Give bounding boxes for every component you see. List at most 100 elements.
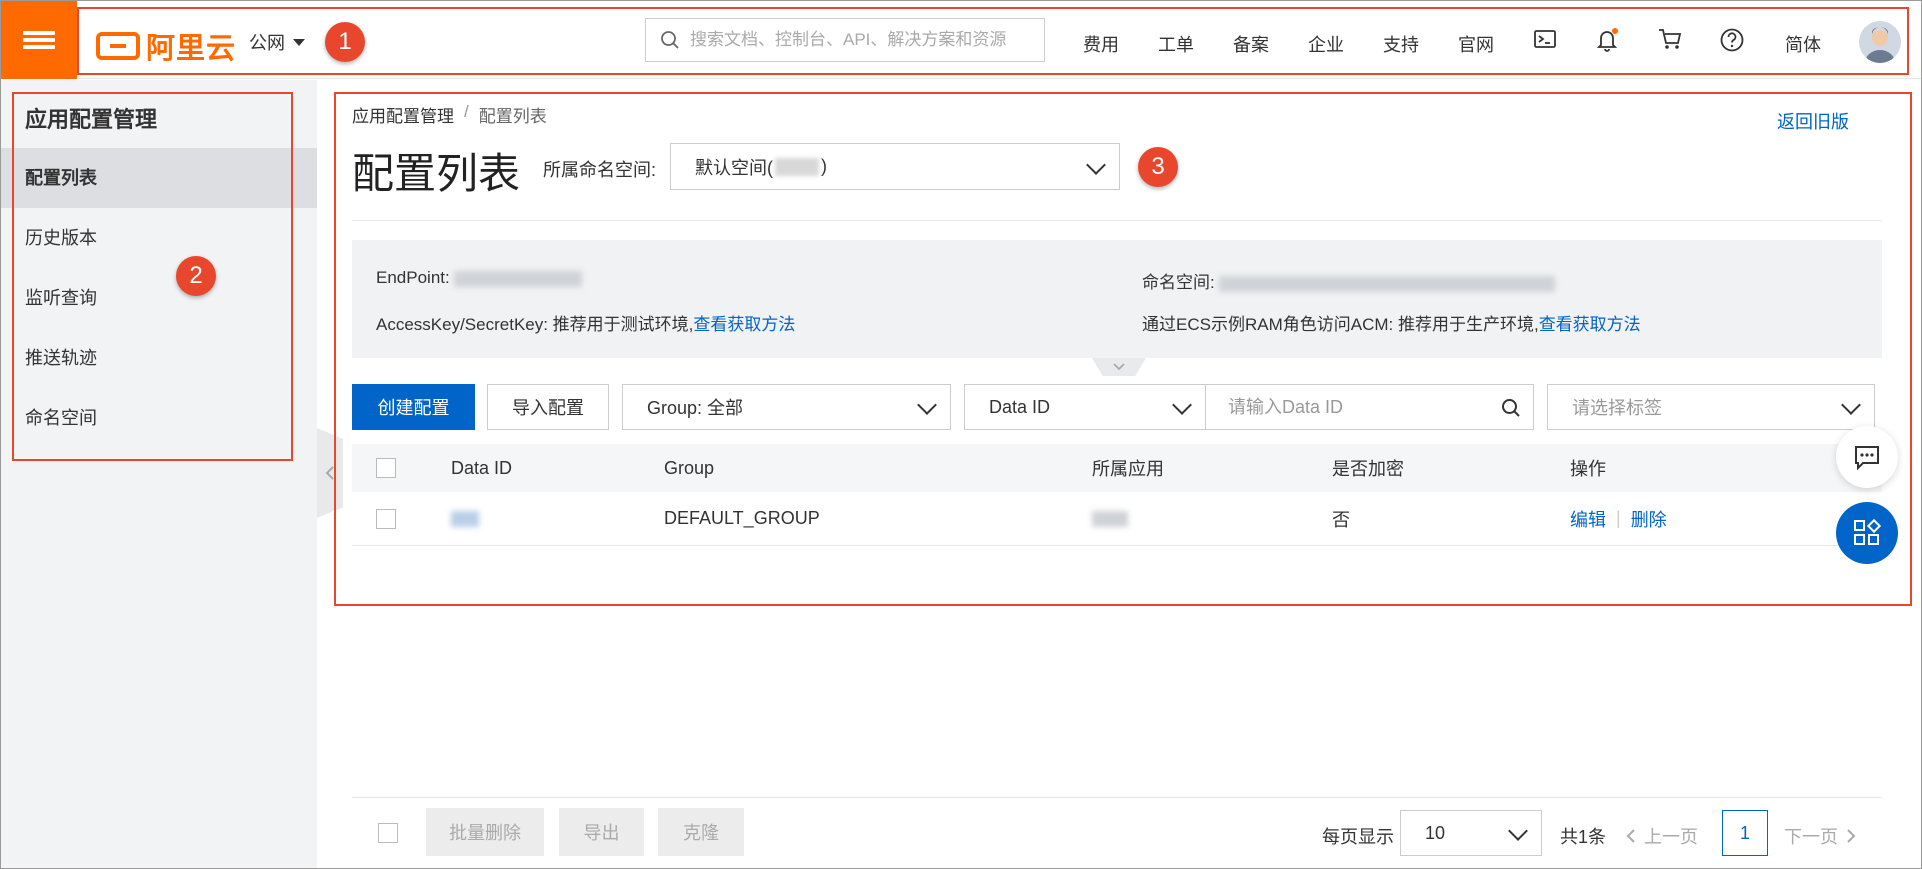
language-switch[interactable]: 简体 xyxy=(1785,31,1821,57)
namespace-id-row: 命名空间: xyxy=(1142,268,1556,293)
row-encrypted: 否 xyxy=(1332,509,1350,530)
column-header-group: Group xyxy=(664,457,715,478)
chevron-left-icon xyxy=(1626,829,1635,843)
footer-divider xyxy=(352,797,1882,798)
search-input[interactable] xyxy=(690,30,1030,50)
namespace-value-suffix: ) xyxy=(821,156,827,176)
sidebar-item-namespace[interactable]: 命名空间 xyxy=(1,388,317,448)
nav-tickets[interactable]: 工单 xyxy=(1158,31,1194,57)
group-select[interactable]: Group: 全部 xyxy=(622,384,951,430)
create-config-button[interactable]: 创建配置 xyxy=(352,384,475,430)
top-bar: 阿里云 公网 费用 工单 备案 企业 支持 官网 简体 xyxy=(1,1,1921,79)
breadcrumb-parent[interactable]: 应用配置管理 xyxy=(352,102,454,127)
select-all-checkbox[interactable] xyxy=(376,458,396,478)
help-icon[interactable] xyxy=(1719,27,1745,53)
page-size-value: 10 xyxy=(1425,822,1446,843)
bell-icon[interactable] xyxy=(1595,27,1619,53)
return-old-version-link[interactable]: 返回旧版 xyxy=(1777,108,1849,134)
nav-official-site[interactable]: 官网 xyxy=(1458,31,1494,57)
redacted-value xyxy=(451,510,479,527)
row-dataid[interactable] xyxy=(451,492,479,545)
nav-icp[interactable]: 备案 xyxy=(1233,31,1269,57)
region-selector[interactable]: 公网 xyxy=(249,29,305,55)
endpoint-label: EndPoint: xyxy=(376,268,450,287)
edit-link[interactable]: 编辑 xyxy=(1570,506,1606,532)
nav-support[interactable]: 支持 xyxy=(1383,31,1419,57)
total-count: 共1条 xyxy=(1560,827,1607,847)
ecs-ram-help-link[interactable]: 查看获取方法 xyxy=(1539,315,1641,334)
batch-delete-button[interactable]: 批量删除 xyxy=(426,808,544,856)
apps-button[interactable] xyxy=(1836,502,1898,564)
terminal-icon[interactable] xyxy=(1533,27,1557,51)
accesskey-row: AccessKey/SecretKey: 推荐用于测试环境,查看获取方法 xyxy=(376,310,795,335)
region-label: 公网 xyxy=(249,33,285,53)
global-search[interactable] xyxy=(645,18,1045,62)
redacted-value xyxy=(1092,510,1128,527)
sidebar-item-config-list[interactable]: 配置列表 xyxy=(1,148,317,208)
ecs-ram-text: 通过ECS示例RAM角色访问ACM: 推荐用于生产环境, xyxy=(1142,315,1539,334)
redacted-value xyxy=(775,157,819,176)
annotation-badge-2: 2 xyxy=(176,256,216,296)
clone-button[interactable]: 克隆 xyxy=(658,808,744,856)
chevron-right-icon xyxy=(1847,829,1856,843)
table-row: DEFAULT_GROUP 否 编辑 | 删除 xyxy=(352,492,1882,546)
export-button[interactable]: 导出 xyxy=(559,808,644,856)
row-checkbox[interactable] xyxy=(376,508,396,529)
prev-page-button[interactable]: 上一页 xyxy=(1626,823,1698,849)
nav-fees[interactable]: 费用 xyxy=(1083,31,1119,57)
tag-select-placeholder: 请选择标签 xyxy=(1572,398,1662,418)
nav-enterprise[interactable]: 企业 xyxy=(1308,31,1344,57)
tag-select[interactable]: 请选择标签 xyxy=(1547,384,1875,430)
breadcrumb-separator: / xyxy=(464,102,469,121)
sidebar-title: 应用配置管理 xyxy=(25,107,158,132)
cart-icon[interactable] xyxy=(1657,27,1683,51)
next-page-label: 下一页 xyxy=(1784,827,1838,847)
row-app xyxy=(1092,492,1128,545)
avatar[interactable] xyxy=(1859,21,1901,63)
delete-link[interactable]: 删除 xyxy=(1631,506,1667,532)
namespace-value-prefix: 默认空间( xyxy=(695,157,773,178)
sidebar-item-listener-query[interactable]: 监听查询 xyxy=(1,268,317,328)
next-page-button[interactable]: 下一页 xyxy=(1784,823,1856,849)
breadcrumb: 应用配置管理 / 配置列表 xyxy=(352,102,547,127)
accesskey-text: AccessKey/SecretKey: 推荐用于测试环境, xyxy=(376,315,694,334)
aliyun-logo-icon xyxy=(96,32,140,60)
footer-select-all-checkbox[interactable] xyxy=(378,823,398,843)
endpoint-row: EndPoint: xyxy=(376,268,583,288)
table-header: Data ID Group 所属应用 是否加密 操作 xyxy=(352,444,1882,492)
row-group: DEFAULT_GROUP xyxy=(664,508,820,528)
accesskey-help-link[interactable]: 查看获取方法 xyxy=(693,315,795,334)
search-icon[interactable] xyxy=(1501,398,1521,418)
prev-page-label: 上一页 xyxy=(1644,827,1698,847)
feedback-button[interactable] xyxy=(1836,426,1898,488)
chevron-down-icon xyxy=(1113,363,1125,371)
header-cell-select xyxy=(376,444,396,492)
search-icon xyxy=(661,31,679,49)
dataid-search-input[interactable] xyxy=(1228,396,1488,418)
aliyun-logo[interactable]: 阿里云 xyxy=(96,25,236,67)
divider xyxy=(352,220,1882,221)
ecs-ram-row: 通过ECS示例RAM角色访问ACM: 推荐用于生产环境,查看获取方法 xyxy=(1142,310,1641,335)
group-select-value: Group: 全部 xyxy=(647,398,744,418)
sidebar: 应用配置管理 配置列表 历史版本 监听查询 推送轨迹 命名空间 xyxy=(1,80,317,868)
dataid-type-select[interactable]: Data ID xyxy=(964,384,1206,430)
connection-info-panel: EndPoint: 命名空间: AccessKey/SecretKey: 推荐用… xyxy=(352,240,1882,358)
menu-icon[interactable] xyxy=(1,1,77,79)
chevron-down-icon xyxy=(1508,821,1528,841)
sidebar-item-push-trace[interactable]: 推送轨迹 xyxy=(1,328,317,388)
sidebar-item-history[interactable]: 历史版本 xyxy=(1,208,317,268)
chevron-down-icon xyxy=(917,395,937,415)
namespace-select[interactable]: 默认空间() xyxy=(670,143,1120,190)
import-config-button[interactable]: 导入配置 xyxy=(487,384,609,430)
apps-grid-icon xyxy=(1854,518,1882,545)
chevron-down-icon xyxy=(1172,395,1192,415)
sidebar-collapse-handle[interactable] xyxy=(317,428,343,518)
page-size-select[interactable]: 10 xyxy=(1400,810,1542,856)
chevron-down-icon xyxy=(1086,155,1106,175)
dataid-search-field[interactable] xyxy=(1206,384,1534,430)
page-number-current[interactable]: 1 xyxy=(1722,810,1768,856)
namespace-id-label: 命名空间: xyxy=(1142,273,1215,292)
chevron-left-icon xyxy=(325,466,334,480)
caret-down-icon xyxy=(293,38,305,46)
namespace-label: 所属命名空间: xyxy=(543,160,657,180)
